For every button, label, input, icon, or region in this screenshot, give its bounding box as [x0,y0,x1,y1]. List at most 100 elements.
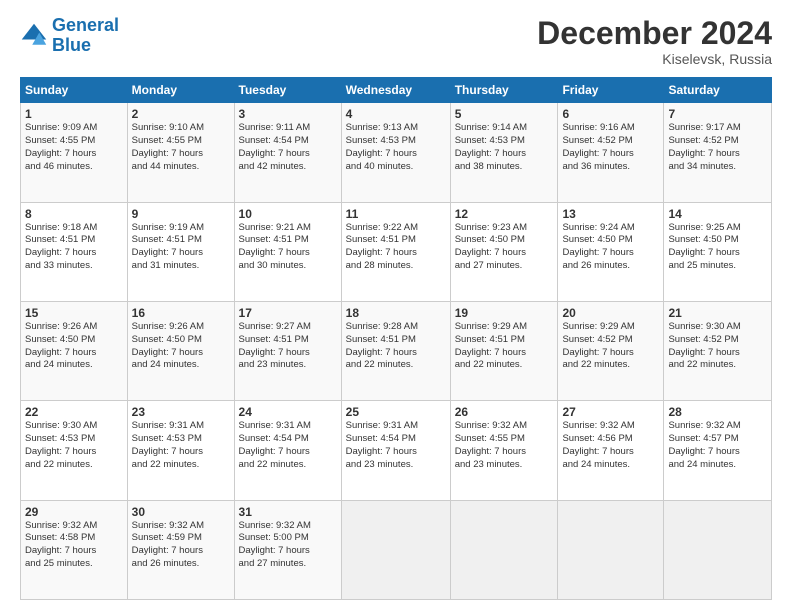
day-info: Sunrise: 9:09 AMSunset: 4:55 PMDaylight:… [25,122,123,173]
table-row: 5Sunrise: 9:14 AMSunset: 4:53 PMDaylight… [450,103,558,202]
day-info: Sunrise: 9:23 AMSunset: 4:50 PMDaylight:… [455,222,554,273]
day-number: 14 [668,207,767,221]
col-tuesday: Tuesday [234,78,341,103]
table-row: 13Sunrise: 9:24 AMSunset: 4:50 PMDayligh… [558,202,664,301]
day-info: Sunrise: 9:14 AMSunset: 4:53 PMDaylight:… [455,122,554,173]
day-info: Sunrise: 9:16 AMSunset: 4:52 PMDaylight:… [562,122,659,173]
location-subtitle: Kiselevsk, Russia [537,51,772,67]
day-info: Sunrise: 9:21 AMSunset: 4:51 PMDaylight:… [239,222,337,273]
calendar-week-row: 29Sunrise: 9:32 AMSunset: 4:58 PMDayligh… [21,500,772,599]
table-row: 21Sunrise: 9:30 AMSunset: 4:52 PMDayligh… [664,301,772,400]
day-number: 7 [668,107,767,121]
table-row: 29Sunrise: 9:32 AMSunset: 4:58 PMDayligh… [21,500,128,599]
day-number: 30 [132,505,230,519]
day-info: Sunrise: 9:29 AMSunset: 4:52 PMDaylight:… [562,321,659,372]
header: General Blue December 2024 Kiselevsk, Ru… [20,16,772,67]
day-info: Sunrise: 9:30 AMSunset: 4:53 PMDaylight:… [25,420,123,471]
day-number: 5 [455,107,554,121]
day-number: 26 [455,405,554,419]
day-number: 4 [346,107,446,121]
day-info: Sunrise: 9:27 AMSunset: 4:51 PMDaylight:… [239,321,337,372]
table-row [450,500,558,599]
month-title: December 2024 [537,16,772,51]
table-row: 28Sunrise: 9:32 AMSunset: 4:57 PMDayligh… [664,401,772,500]
day-number: 23 [132,405,230,419]
col-wednesday: Wednesday [341,78,450,103]
day-number: 18 [346,306,446,320]
table-row: 7Sunrise: 9:17 AMSunset: 4:52 PMDaylight… [664,103,772,202]
logo-icon [20,22,48,50]
day-number: 13 [562,207,659,221]
col-thursday: Thursday [450,78,558,103]
day-number: 2 [132,107,230,121]
table-row [558,500,664,599]
day-info: Sunrise: 9:26 AMSunset: 4:50 PMDaylight:… [132,321,230,372]
table-row: 16Sunrise: 9:26 AMSunset: 4:50 PMDayligh… [127,301,234,400]
calendar-week-row: 1Sunrise: 9:09 AMSunset: 4:55 PMDaylight… [21,103,772,202]
day-info: Sunrise: 9:32 AMSunset: 4:55 PMDaylight:… [455,420,554,471]
day-number: 9 [132,207,230,221]
calendar-week-row: 8Sunrise: 9:18 AMSunset: 4:51 PMDaylight… [21,202,772,301]
day-number: 8 [25,207,123,221]
table-row: 30Sunrise: 9:32 AMSunset: 4:59 PMDayligh… [127,500,234,599]
day-info: Sunrise: 9:32 AMSunset: 4:59 PMDaylight:… [132,520,230,571]
calendar-header-row: Sunday Monday Tuesday Wednesday Thursday… [21,78,772,103]
day-number: 28 [668,405,767,419]
day-info: Sunrise: 9:31 AMSunset: 4:54 PMDaylight:… [239,420,337,471]
table-row: 2Sunrise: 9:10 AMSunset: 4:55 PMDaylight… [127,103,234,202]
day-info: Sunrise: 9:28 AMSunset: 4:51 PMDaylight:… [346,321,446,372]
day-number: 25 [346,405,446,419]
calendar-page: General Blue December 2024 Kiselevsk, Ru… [0,0,792,612]
logo: General Blue [20,16,119,56]
table-row: 15Sunrise: 9:26 AMSunset: 4:50 PMDayligh… [21,301,128,400]
table-row: 1Sunrise: 9:09 AMSunset: 4:55 PMDaylight… [21,103,128,202]
table-row: 9Sunrise: 9:19 AMSunset: 4:51 PMDaylight… [127,202,234,301]
day-number: 24 [239,405,337,419]
table-row: 8Sunrise: 9:18 AMSunset: 4:51 PMDaylight… [21,202,128,301]
day-number: 3 [239,107,337,121]
day-info: Sunrise: 9:22 AMSunset: 4:51 PMDaylight:… [346,222,446,273]
title-block: December 2024 Kiselevsk, Russia [537,16,772,67]
table-row: 27Sunrise: 9:32 AMSunset: 4:56 PMDayligh… [558,401,664,500]
day-info: Sunrise: 9:10 AMSunset: 4:55 PMDaylight:… [132,122,230,173]
day-number: 19 [455,306,554,320]
table-row: 14Sunrise: 9:25 AMSunset: 4:50 PMDayligh… [664,202,772,301]
day-info: Sunrise: 9:25 AMSunset: 4:50 PMDaylight:… [668,222,767,273]
day-number: 15 [25,306,123,320]
table-row: 4Sunrise: 9:13 AMSunset: 4:53 PMDaylight… [341,103,450,202]
day-number: 31 [239,505,337,519]
col-friday: Friday [558,78,664,103]
day-info: Sunrise: 9:30 AMSunset: 4:52 PMDaylight:… [668,321,767,372]
day-info: Sunrise: 9:18 AMSunset: 4:51 PMDaylight:… [25,222,123,273]
day-number: 20 [562,306,659,320]
table-row: 6Sunrise: 9:16 AMSunset: 4:52 PMDaylight… [558,103,664,202]
table-row: 20Sunrise: 9:29 AMSunset: 4:52 PMDayligh… [558,301,664,400]
table-row: 26Sunrise: 9:32 AMSunset: 4:55 PMDayligh… [450,401,558,500]
day-info: Sunrise: 9:32 AMSunset: 4:56 PMDaylight:… [562,420,659,471]
table-row: 22Sunrise: 9:30 AMSunset: 4:53 PMDayligh… [21,401,128,500]
table-row: 25Sunrise: 9:31 AMSunset: 4:54 PMDayligh… [341,401,450,500]
day-number: 6 [562,107,659,121]
day-number: 16 [132,306,230,320]
day-number: 17 [239,306,337,320]
day-info: Sunrise: 9:26 AMSunset: 4:50 PMDaylight:… [25,321,123,372]
table-row [341,500,450,599]
day-number: 22 [25,405,123,419]
table-row: 11Sunrise: 9:22 AMSunset: 4:51 PMDayligh… [341,202,450,301]
table-row: 23Sunrise: 9:31 AMSunset: 4:53 PMDayligh… [127,401,234,500]
day-info: Sunrise: 9:11 AMSunset: 4:54 PMDaylight:… [239,122,337,173]
day-number: 12 [455,207,554,221]
day-info: Sunrise: 9:13 AMSunset: 4:53 PMDaylight:… [346,122,446,173]
col-saturday: Saturday [664,78,772,103]
day-number: 27 [562,405,659,419]
calendar-table: Sunday Monday Tuesday Wednesday Thursday… [20,77,772,600]
day-number: 11 [346,207,446,221]
table-row: 17Sunrise: 9:27 AMSunset: 4:51 PMDayligh… [234,301,341,400]
table-row: 3Sunrise: 9:11 AMSunset: 4:54 PMDaylight… [234,103,341,202]
day-info: Sunrise: 9:32 AMSunset: 4:57 PMDaylight:… [668,420,767,471]
day-info: Sunrise: 9:19 AMSunset: 4:51 PMDaylight:… [132,222,230,273]
table-row: 10Sunrise: 9:21 AMSunset: 4:51 PMDayligh… [234,202,341,301]
table-row [664,500,772,599]
day-number: 1 [25,107,123,121]
col-monday: Monday [127,78,234,103]
